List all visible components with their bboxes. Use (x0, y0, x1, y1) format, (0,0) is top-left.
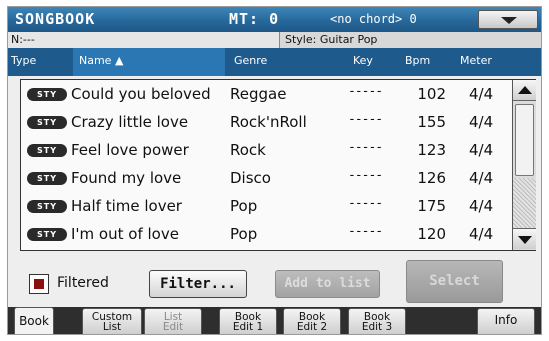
scroll-up-button[interactable] (513, 80, 536, 101)
entry-key: ----- (348, 196, 383, 211)
tab-list-edit[interactable]: List Edit (144, 308, 202, 334)
entry-bpm: 155 (417, 113, 446, 131)
column-header-type[interactable]: Type (11, 54, 36, 67)
list-item[interactable]: STY Could you beloved Reggae ----- 102 4… (21, 80, 511, 108)
filtered-label: Filtered (57, 275, 109, 291)
tab-label: Edit 3 (361, 321, 393, 333)
entry-meter: 4/4 (469, 141, 494, 159)
tab-label: Edit (162, 321, 184, 333)
tab-label: Book (19, 314, 49, 328)
filtered-checkbox[interactable] (29, 274, 49, 294)
style-type-badge: STY (27, 144, 67, 157)
entry-meter: 4/4 (469, 225, 494, 243)
list-scrollbar[interactable] (512, 80, 536, 250)
column-header-name[interactable]: Name ▲ (73, 48, 225, 76)
entry-bpm: 120 (417, 225, 446, 243)
scroll-down-button[interactable] (513, 228, 536, 249)
select-button[interactable]: Select (406, 260, 503, 303)
checkbox-mark-icon (34, 279, 44, 289)
arrow-up-icon (518, 86, 532, 94)
column-header-bpm[interactable]: Bpm (405, 54, 430, 67)
entry-meter: 4/4 (469, 113, 494, 131)
master-transpose-readout: MT: 0 (229, 10, 280, 28)
style-name-display: Style: Guitar Pop (279, 32, 541, 48)
list-item[interactable]: STY Found my love Disco ----- 126 4/4 (21, 164, 511, 192)
entry-number: N:--- (11, 33, 35, 46)
tab-label: Edit 1 (232, 321, 264, 333)
chevron-down-icon (501, 17, 517, 24)
entry-name: I'm out of love (71, 225, 179, 243)
page-menu-button[interactable] (478, 10, 538, 29)
scroll-track[interactable] (513, 178, 536, 228)
entry-meter: 4/4 (469, 169, 494, 187)
tab-bar: Book Custom List List Edit Book Edit 1 B… (8, 307, 541, 334)
entry-name: Feel love power (71, 141, 189, 159)
entry-genre: Rock (230, 141, 266, 159)
tab-book-edit-2[interactable]: Book Edit 2 (283, 308, 341, 334)
entry-bpm: 126 (417, 169, 446, 187)
chord-readout: <no chord> 0 (330, 12, 417, 26)
entry-name: Found my love (71, 169, 182, 187)
style-type-badge: STY (27, 228, 67, 241)
tab-label: List (102, 321, 122, 333)
style-type-badge: STY (27, 172, 67, 185)
column-header-meter[interactable]: Meter (460, 54, 492, 67)
entry-meter: 4/4 (469, 197, 494, 215)
list-item[interactable]: STY I'm out of love Pop ----- 120 4/4 (21, 220, 511, 248)
column-header-key[interactable]: Key (353, 54, 373, 67)
tab-custom-list[interactable]: Custom List (82, 308, 142, 334)
entry-bpm: 175 (417, 197, 446, 215)
tab-info[interactable]: Info (477, 308, 535, 334)
tab-book-edit-3[interactable]: Book Edit 3 (348, 308, 406, 334)
column-header-row: Type Name ▲ Genre Key Bpm Meter (8, 48, 541, 76)
tab-book[interactable]: Book (14, 307, 54, 334)
entry-key: ----- (348, 224, 383, 239)
entry-key: ----- (348, 84, 383, 99)
entry-genre: Reggae (230, 85, 287, 103)
entry-genre: Pop (230, 225, 258, 243)
list-item[interactable]: STY Half time lover Pop ----- 175 4/4 (21, 192, 511, 220)
style-type-badge: STY (27, 200, 67, 213)
entry-name: Could you beloved (71, 85, 211, 103)
entry-key: ----- (348, 140, 383, 155)
column-header-genre[interactable]: Genre (234, 54, 267, 67)
entry-key: ----- (348, 112, 383, 127)
entry-bpm: 123 (417, 141, 446, 159)
songbook-list: STY Could you beloved Reggae ----- 102 4… (20, 79, 536, 251)
songbook-screen: SONGBOOK MT: 0 <no chord> 0 N:--- Style:… (7, 6, 542, 335)
info-row: N:--- Style: Guitar Pop (8, 32, 541, 48)
arrow-down-icon (518, 236, 532, 244)
add-to-list-button[interactable]: Add to list (275, 270, 380, 298)
style-type-badge: STY (27, 116, 67, 129)
entry-name: Half time lover (71, 197, 182, 215)
entry-bpm: 102 (417, 85, 446, 103)
tab-book-edit-1[interactable]: Book Edit 1 (219, 308, 277, 334)
entry-key: ----- (348, 168, 383, 183)
entry-name: Crazy little love (71, 113, 189, 131)
entry-genre: Disco (230, 169, 271, 187)
list-item[interactable]: STY Feel love power Rock ----- 123 4/4 (21, 136, 511, 164)
entry-genre: Rock'nRoll (230, 113, 307, 131)
entry-genre: Pop (230, 197, 258, 215)
scroll-thumb[interactable] (515, 104, 534, 176)
title-bar: SONGBOOK MT: 0 <no chord> 0 (8, 7, 541, 32)
entry-meter: 4/4 (469, 85, 494, 103)
page-title: SONGBOOK (15, 10, 96, 28)
filter-button[interactable]: Filter... (149, 270, 247, 298)
tab-label: Info (494, 313, 518, 327)
list-item[interactable]: STY Crazy little love Rock'nRoll ----- 1… (21, 108, 511, 136)
tab-label: Edit 2 (296, 321, 328, 333)
style-type-badge: STY (27, 88, 67, 101)
